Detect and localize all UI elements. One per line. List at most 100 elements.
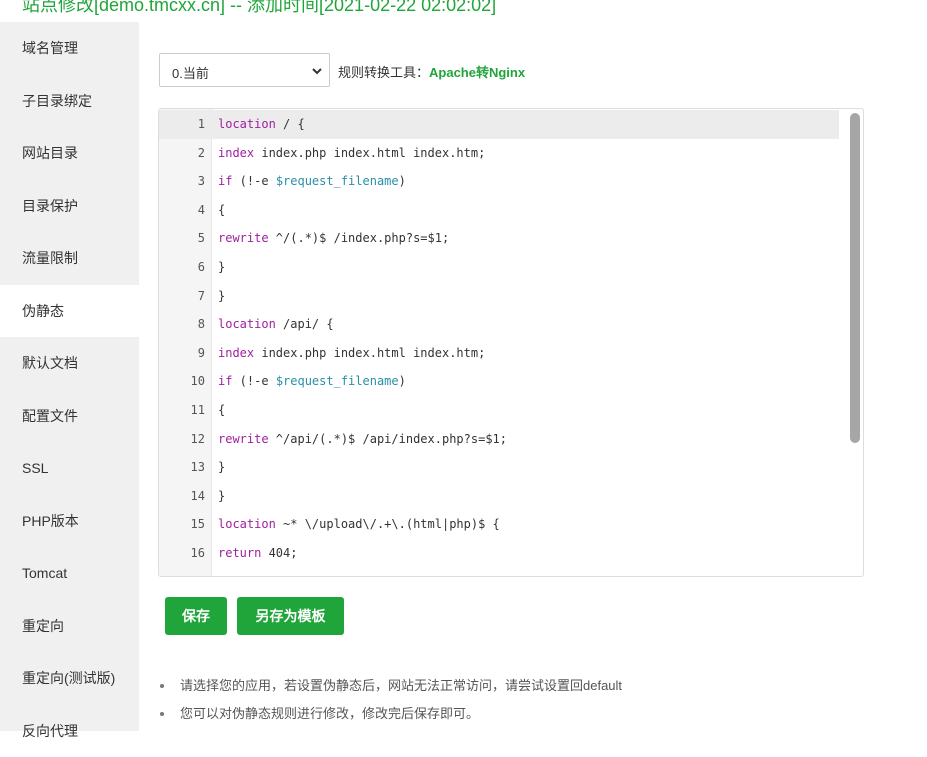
code-token: if [218, 174, 232, 188]
sidebar-item[interactable]: 默认文档 [0, 337, 139, 390]
sidebar-item[interactable]: 域名管理 [0, 22, 139, 75]
sidebar-item[interactable]: 目录保护 [0, 180, 139, 233]
line-number: 13 [159, 453, 205, 482]
code-line: 3 if (!-e $request_filename) [159, 167, 839, 196]
code-text: location / { [218, 110, 305, 139]
code-text: location ~* \/upload\/.+\.(html|php)$ { [218, 510, 500, 539]
code-token: rewrite [218, 432, 269, 446]
code-token: index [218, 346, 254, 360]
line-number: 11 [159, 396, 205, 425]
rule-select[interactable]: 0.当前 [159, 53, 330, 87]
code-token: /api/ { [276, 317, 334, 331]
sidebar-item[interactable]: 伪静态 [0, 285, 139, 338]
sidebar-item[interactable]: 流量限制 [0, 232, 139, 285]
line-number: 7 [159, 282, 205, 311]
sidebar-item[interactable]: 网站目录 [0, 127, 139, 180]
code-token: ) [399, 174, 406, 188]
converter-tool: 规则转换工具：Apache转Nginx [338, 62, 525, 81]
code-text: index index.php index.html index.htm; [218, 139, 485, 168]
editor-scrollbar[interactable] [850, 113, 860, 443]
code-text: location /api/ { [218, 310, 334, 339]
line-number: 6 [159, 253, 205, 282]
line-number: 4 [159, 196, 205, 225]
code-text: { [218, 196, 225, 225]
code-token: ~* \/upload\/.+\.(html|php)$ { [276, 517, 500, 531]
code-token: location [218, 517, 276, 531]
save-as-template-button[interactable]: 另存为模板 [237, 597, 344, 635]
code-line: 4{ [159, 196, 839, 225]
bullet-icon [160, 684, 164, 688]
code-line: 13} [159, 453, 839, 482]
code-token: } [218, 260, 225, 274]
sidebar-item[interactable]: 配置文件 [0, 390, 139, 443]
line-number: 16 [159, 539, 205, 568]
sidebar-item[interactable]: 重定向 [0, 600, 139, 653]
code-text: } [218, 253, 225, 282]
code-line: 2 index index.php index.html index.htm; [159, 139, 839, 168]
tip-item: 您可以对伪静态规则进行修改，修改完后保存即可。 [158, 700, 622, 728]
rule-select-value: 0.当前 [172, 63, 209, 82]
code-token: index [218, 146, 254, 160]
code-token: rewrite [218, 231, 269, 245]
code-editor[interactable]: 1 location / { 2 index index.php index.html… [158, 108, 864, 577]
code-line: 1 location / { [159, 110, 839, 139]
code-line: 14} [159, 482, 839, 511]
tip-item: 请选择您的应用，若设置伪静态后，网站无法正常访问，请尝试设置回default [158, 672, 622, 700]
code-token: / { [276, 117, 305, 131]
tip-text: 您可以对伪静态规则进行修改，修改完后保存即可。 [180, 706, 479, 721]
code-line: 11 { [159, 396, 839, 425]
code-token: ^/api/(.*)$ /api/index.php?s=$1; [269, 432, 507, 446]
line-number: 1 [159, 110, 205, 139]
code-line: 6} [159, 253, 839, 282]
code-text: { [218, 396, 225, 425]
line-number: 5 [159, 224, 205, 253]
code-line: 16 return 404; [159, 539, 839, 568]
code-token: $request_filename [276, 174, 399, 188]
sidebar-item[interactable]: 子目录绑定 [0, 75, 139, 128]
code-token: (!-e [232, 174, 275, 188]
code-token: { [218, 403, 225, 417]
code-token: { [218, 203, 225, 217]
code-line: 8 location /api/ { [159, 310, 839, 339]
code-line: 5 rewrite ^/(.*)$ /index.php?s=$1; [159, 224, 839, 253]
code-token: } [218, 289, 225, 303]
code-token: index.php index.html index.htm; [254, 346, 485, 360]
line-number: 2 [159, 139, 205, 168]
tip-text: 请选择您的应用，若设置伪静态后，网站无法正常访问，请尝试设置回default [180, 678, 622, 693]
line-number: 10 [159, 367, 205, 396]
code-line: 7} [159, 282, 839, 311]
code-line: 9 index index.php index.html index.htm; [159, 339, 839, 368]
page-title: 站点修改[demo.tmcxx.cn] -- 添加时间[2021-02-22 0… [22, 0, 496, 17]
code-text: } [218, 282, 225, 311]
code-text: if (!-e $request_filename) [218, 367, 406, 396]
converter-link[interactable]: Apache转Nginx [429, 65, 525, 80]
sidebar: 域名管理子目录绑定网站目录目录保护流量限制伪静态默认文档配置文件SSLPHP版本… [0, 22, 139, 731]
code-token: } [218, 460, 225, 474]
sidebar-item[interactable]: SSL [0, 442, 139, 495]
code-text: index index.php index.html index.htm; [218, 339, 485, 368]
line-number: 14 [159, 482, 205, 511]
sidebar-item[interactable]: 重定向(测试版) [0, 652, 139, 705]
code-token: index.php index.html index.htm; [254, 146, 485, 160]
line-number: 15 [159, 510, 205, 539]
line-number: 9 [159, 339, 205, 368]
code-line: 15 location ~* \/upload\/.+\.(html|php)$ … [159, 510, 839, 539]
bullet-icon [160, 712, 164, 716]
code-line: 12 rewrite ^/api/(.*)$ /api/index.php?s=$… [159, 425, 839, 454]
code-text: rewrite ^/api/(.*)$ /api/index.php?s=$1; [218, 425, 507, 454]
code-line: 10 if (!-e $request_filename) [159, 367, 839, 396]
line-number: 12 [159, 425, 205, 454]
sidebar-item[interactable]: PHP版本 [0, 495, 139, 548]
code-text: return 404; [218, 539, 297, 568]
converter-label: 规则转换工具： [338, 65, 429, 80]
line-number: 3 [159, 167, 205, 196]
code-token: location [218, 317, 276, 331]
code-token: } [218, 489, 225, 503]
code-text: } [218, 482, 225, 511]
line-number: 8 [159, 310, 205, 339]
code-token: (!-e [232, 374, 275, 388]
save-button[interactable]: 保存 [165, 597, 227, 635]
code-text: rewrite ^/(.*)$ /index.php?s=$1; [218, 224, 449, 253]
code-token: 404; [261, 546, 297, 560]
sidebar-item[interactable]: Tomcat [0, 547, 139, 600]
